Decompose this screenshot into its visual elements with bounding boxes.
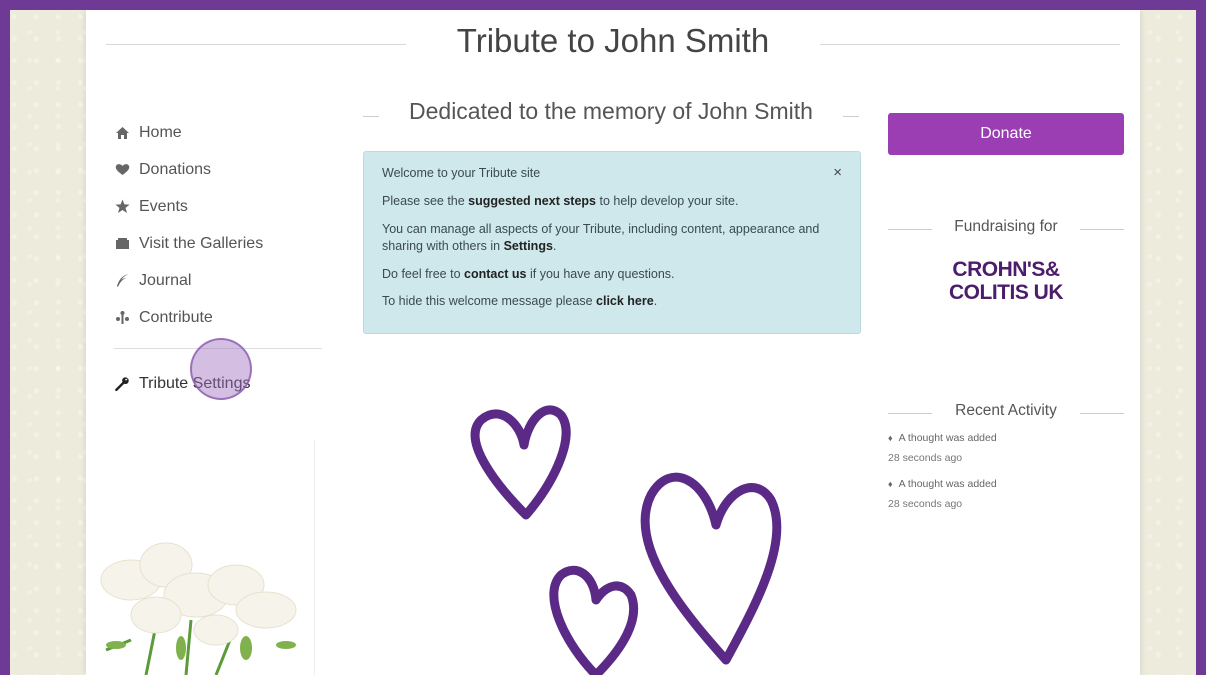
nav-item-journal[interactable]: Journal: [114, 262, 324, 299]
fundraising-heading: Fundraising for: [888, 218, 1124, 240]
heart-small-top: [470, 405, 571, 520]
recent-activity-list: ♦ A thought was added 28 seconds ago ♦ A t…: [888, 432, 1124, 524]
screen-frame: Tribute to John Smith Home Donations Eve…: [10, 10, 1196, 675]
click-indicator: [190, 338, 252, 400]
nav-item-donations[interactable]: Donations: [114, 151, 324, 188]
click-here-link[interactable]: click here: [596, 294, 654, 308]
welcome-line-next-steps: Please see the suggested next steps to h…: [382, 193, 739, 208]
nav-item-home[interactable]: Home: [114, 114, 324, 151]
welcome-line-settings: You can manage all aspects of your Tribu…: [382, 221, 820, 253]
activity-time: 28 seconds ago: [888, 498, 963, 510]
hearts-illustration: [470, 405, 782, 675]
nav-item-galleries[interactable]: Visit the Galleries: [114, 225, 324, 262]
welcome-message: × Welcome to your Tribute site Please se…: [363, 151, 861, 334]
nav-label-home: Home: [139, 123, 182, 141]
quill-icon: [114, 273, 130, 289]
home-icon: [114, 125, 130, 141]
nav-label-contribute: Contribute: [139, 308, 213, 326]
contribute-icon: [114, 310, 130, 326]
heart-small-bottom: [549, 565, 639, 675]
site-header: Tribute to John Smith: [106, 22, 1120, 62]
close-icon[interactable]: ×: [833, 164, 842, 181]
nav-label-journal: Journal: [139, 271, 192, 289]
heart-large-right: [640, 472, 782, 665]
charity-logo[interactable]: CROHN'S& COLITIS UK: [906, 258, 1106, 304]
tribute-page: Tribute to John Smith Home Donations Eve…: [86, 10, 1140, 675]
settings-link[interactable]: Settings: [504, 239, 553, 253]
fundraising-heading-text: Fundraising for: [954, 218, 1058, 235]
nav-item-contribute[interactable]: Contribute: [114, 299, 324, 336]
dedication-heading: Dedicated to the memory of John Smith: [361, 98, 861, 132]
contact-us-link[interactable]: contact us: [464, 267, 527, 281]
nav-label-donations: Donations: [139, 160, 212, 178]
gallery-icon: [114, 236, 130, 252]
wrench-icon: [114, 376, 130, 392]
thought-icon: ♦: [888, 433, 893, 443]
activity-text: A thought was added: [898, 432, 997, 444]
nav-label-events: Events: [139, 197, 188, 215]
welcome-line-hide: To hide this welcome message please clic…: [382, 294, 658, 309]
activity-item[interactable]: ♦ A thought was added 28 seconds ago: [888, 478, 1124, 510]
nav-label-galleries: Visit the Galleries: [139, 234, 264, 252]
charity-logo-line1: CROHN'S&: [952, 258, 1060, 281]
activity-item[interactable]: ♦ A thought was added 28 seconds ago: [888, 432, 1124, 464]
charity-logo-line2: COLITIS UK: [949, 281, 1064, 304]
suggested-next-steps-link[interactable]: suggested next steps: [468, 194, 596, 208]
donate-button[interactable]: Donate: [888, 113, 1124, 155]
star-icon: [114, 199, 130, 215]
flower-image: [100, 542, 297, 675]
welcome-line-contact: Do feel free to contact us if you have a…: [382, 266, 675, 281]
welcome-title: Welcome to your Tribute site: [382, 166, 541, 180]
heart-icon: [114, 162, 130, 178]
thought-icon: ♦: [888, 479, 893, 489]
recent-activity-heading: Recent Activity: [888, 402, 1124, 424]
site-title: Tribute to John Smith: [106, 22, 1120, 60]
dedication-text: Dedicated to the memory of John Smith: [409, 98, 813, 124]
activity-time: 28 seconds ago: [888, 452, 963, 464]
nav-item-events[interactable]: Events: [114, 188, 324, 225]
activity-text: A thought was added: [898, 478, 997, 490]
recent-activity-heading-text: Recent Activity: [955, 402, 1057, 419]
